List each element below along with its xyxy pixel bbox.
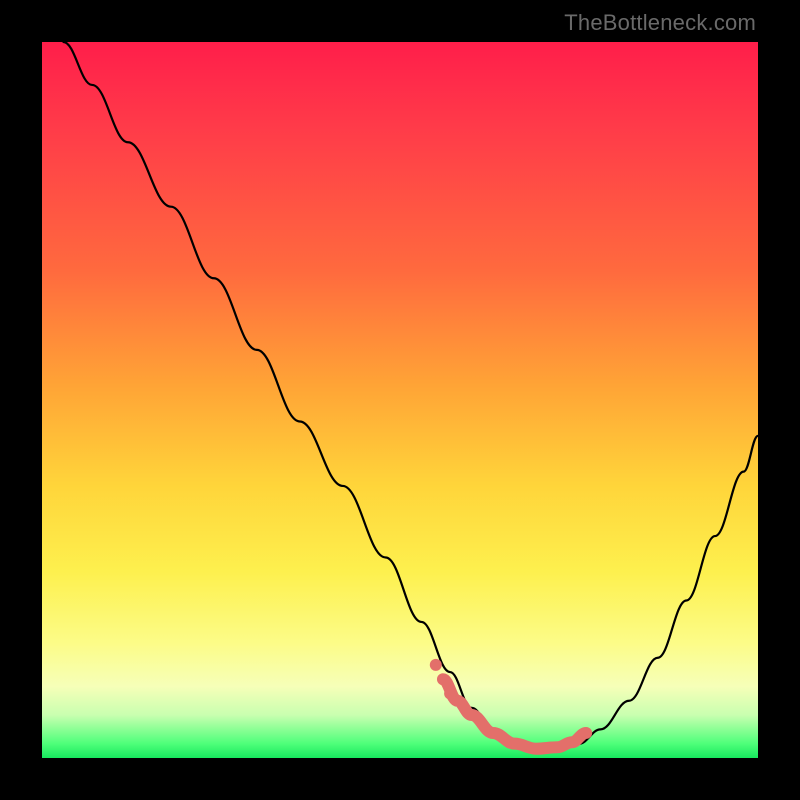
chart-frame: TheBottleneck.com: [0, 0, 800, 800]
highlight-dot: [444, 688, 456, 700]
plot-area: [42, 42, 758, 758]
watermark-text: TheBottleneck.com: [564, 10, 756, 36]
curve-svg: [42, 42, 758, 758]
bottleneck-curve: [63, 42, 758, 751]
optimum-highlight: [443, 679, 586, 748]
highlight-dot: [430, 659, 442, 671]
